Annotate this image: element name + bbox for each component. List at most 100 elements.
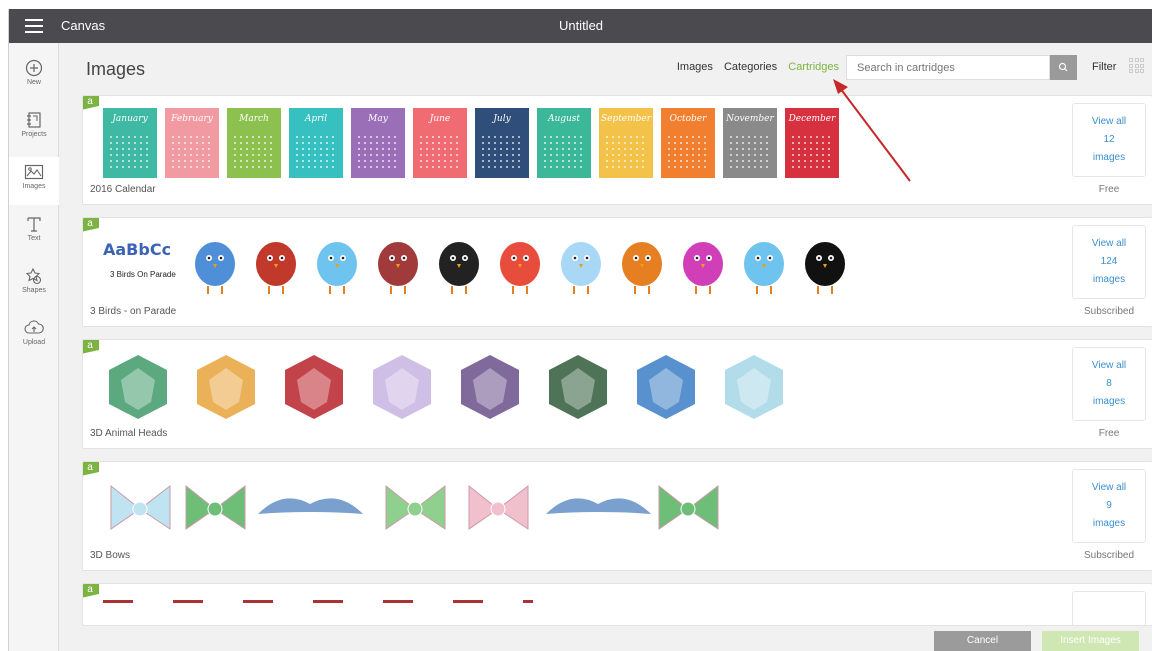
access-badge: a	[83, 584, 99, 598]
cartridge-row-bows[interactable]: a 3D Bows View all 9 images Subscribed	[82, 461, 1152, 571]
sidebar-item-upload[interactable]: Upload	[9, 313, 59, 361]
image-count-unit: images	[1092, 396, 1126, 407]
calendar-days-grid	[356, 134, 400, 170]
sidebar-item-new[interactable]: New	[9, 53, 59, 101]
image-icon	[24, 164, 44, 180]
calendar-thumbnail[interactable]: August	[537, 108, 591, 178]
calendar-month-label: August	[547, 114, 581, 124]
search-icon	[1058, 62, 1068, 72]
calendar-month-label: May	[368, 114, 388, 124]
animal-head-thumbnail[interactable]	[279, 352, 349, 422]
calendar-thumbnail[interactable]: April	[289, 108, 343, 178]
calendar-days-grid	[542, 134, 586, 170]
bird-thumbnail[interactable]	[188, 230, 242, 300]
cartridge-status: Subscribed	[1083, 550, 1135, 561]
cartridge-row-partial[interactable]: a	[82, 583, 1152, 626]
image-count: 8	[1106, 378, 1112, 389]
bird-thumbnail[interactable]	[798, 230, 852, 300]
thumbnail-strip: AaBbCc 3 Birds On Parade	[103, 230, 1053, 300]
bird-thumbnail[interactable]	[737, 230, 791, 300]
thumbnail-strip	[103, 352, 1053, 422]
top-bar: Canvas Untitled	[9, 9, 1152, 43]
tab-images[interactable]: Images	[677, 61, 713, 73]
upload-icon	[24, 320, 44, 334]
cartridge-row-calendar[interactable]: a January February March April May June July Au…	[82, 95, 1152, 205]
sidebar-item-shapes[interactable]: Shapes	[9, 261, 59, 309]
calendar-days-grid	[790, 134, 834, 170]
view-all-button[interactable]: View all 124 images	[1072, 225, 1146, 299]
calendar-thumbnail[interactable]: February	[165, 108, 219, 178]
bird-thumbnail[interactable]	[554, 230, 608, 300]
sidebar-item-label: Text	[27, 235, 41, 242]
main-panel: Images Images Categories Cartridges Filt…	[60, 43, 1152, 651]
calendar-thumbnail[interactable]: November	[723, 108, 777, 178]
animal-head-thumbnail[interactable]	[103, 352, 173, 422]
tab-categories[interactable]: Categories	[724, 61, 777, 73]
calendar-thumbnail[interactable]: May	[351, 108, 405, 178]
document-title: Untitled	[558, 18, 604, 33]
cartridge-status: Free	[1098, 184, 1120, 195]
search-input[interactable]	[846, 55, 1050, 80]
calendar-thumbnail[interactable]: September	[599, 108, 653, 178]
bow-thumbnail[interactable]	[253, 474, 368, 544]
animal-head-thumbnail[interactable]	[719, 352, 789, 422]
calendar-days-grid	[480, 134, 524, 170]
bow-thumbnail[interactable]	[378, 474, 453, 544]
bird-thumbnail[interactable]	[615, 230, 669, 300]
cartridge-status: Subscribed	[1083, 306, 1135, 317]
grid-view-icon[interactable]	[1129, 58, 1144, 73]
access-badge: a	[83, 462, 99, 476]
image-count: 12	[1103, 134, 1115, 145]
thumbnail-strip	[103, 474, 1053, 544]
cartridge-status: Free	[1098, 428, 1120, 439]
view-all-button[interactable]	[1072, 591, 1146, 625]
animal-head-thumbnail[interactable]	[367, 352, 437, 422]
sidebar-item-images[interactable]: Images	[9, 157, 59, 205]
calendar-thumbnail[interactable]: December	[785, 108, 839, 178]
calendar-days-grid	[108, 134, 152, 170]
sidebar-item-label: Shapes	[22, 287, 46, 294]
bird-thumbnail[interactable]	[493, 230, 547, 300]
filter-button[interactable]: Filter	[1092, 61, 1116, 73]
calendar-month-label: July	[493, 114, 511, 124]
animal-head-thumbnail[interactable]	[191, 352, 261, 422]
bow-thumbnail[interactable]	[541, 474, 656, 544]
image-count: 9	[1106, 500, 1112, 511]
text-icon	[27, 217, 41, 232]
bow-thumbnail[interactable]	[178, 474, 253, 544]
cartridge-row-animal-heads[interactable]: a 3D Animal Heads View all 8 images Free	[82, 339, 1152, 449]
animal-head-thumbnail[interactable]	[631, 352, 701, 422]
view-all-button[interactable]: View all 9 images	[1072, 469, 1146, 543]
bird-thumbnail[interactable]	[371, 230, 425, 300]
view-all-button[interactable]: View all 12 images	[1072, 103, 1146, 177]
bow-thumbnail[interactable]	[651, 474, 726, 544]
access-badge: a	[83, 218, 99, 232]
calendar-days-grid	[666, 134, 710, 170]
sidebar-item-label: Projects	[21, 131, 47, 138]
bird-thumbnail[interactable]	[310, 230, 364, 300]
view-all-button[interactable]: View all 8 images	[1072, 347, 1146, 421]
calendar-thumbnail[interactable]: January	[103, 108, 157, 178]
cartridge-row-birds[interactable]: a AaBbCc 3 Birds On Parade 3 Birds - on …	[82, 217, 1152, 327]
bow-thumbnail[interactable]	[103, 474, 178, 544]
image-count: 124	[1100, 256, 1118, 267]
sidebar-item-label: New	[26, 79, 41, 86]
search-button[interactable]	[1050, 55, 1077, 80]
tab-cartridges[interactable]: Cartridges	[788, 61, 839, 73]
calendar-thumbnail[interactable]: July	[475, 108, 529, 178]
sidebar-item-projects[interactable]: Projects	[9, 105, 59, 153]
insert-images-button[interactable]: Insert Images	[1042, 631, 1139, 651]
calendar-thumbnail[interactable]: March	[227, 108, 281, 178]
bow-thumbnail[interactable]	[461, 474, 536, 544]
calendar-thumbnail[interactable]: June	[413, 108, 467, 178]
bird-thumbnail[interactable]	[432, 230, 486, 300]
cancel-button[interactable]: Cancel	[934, 631, 1031, 651]
animal-head-thumbnail[interactable]	[455, 352, 525, 422]
bird-thumbnail[interactable]	[676, 230, 730, 300]
view-all-label: View all	[1091, 360, 1127, 371]
image-source-tabs: Images Categories Cartridges	[669, 61, 839, 73]
animal-head-thumbnail[interactable]	[543, 352, 613, 422]
sidebar-item-text[interactable]: Text	[9, 209, 59, 257]
calendar-thumbnail[interactable]: October	[661, 108, 715, 178]
bird-thumbnail[interactable]	[249, 230, 303, 300]
